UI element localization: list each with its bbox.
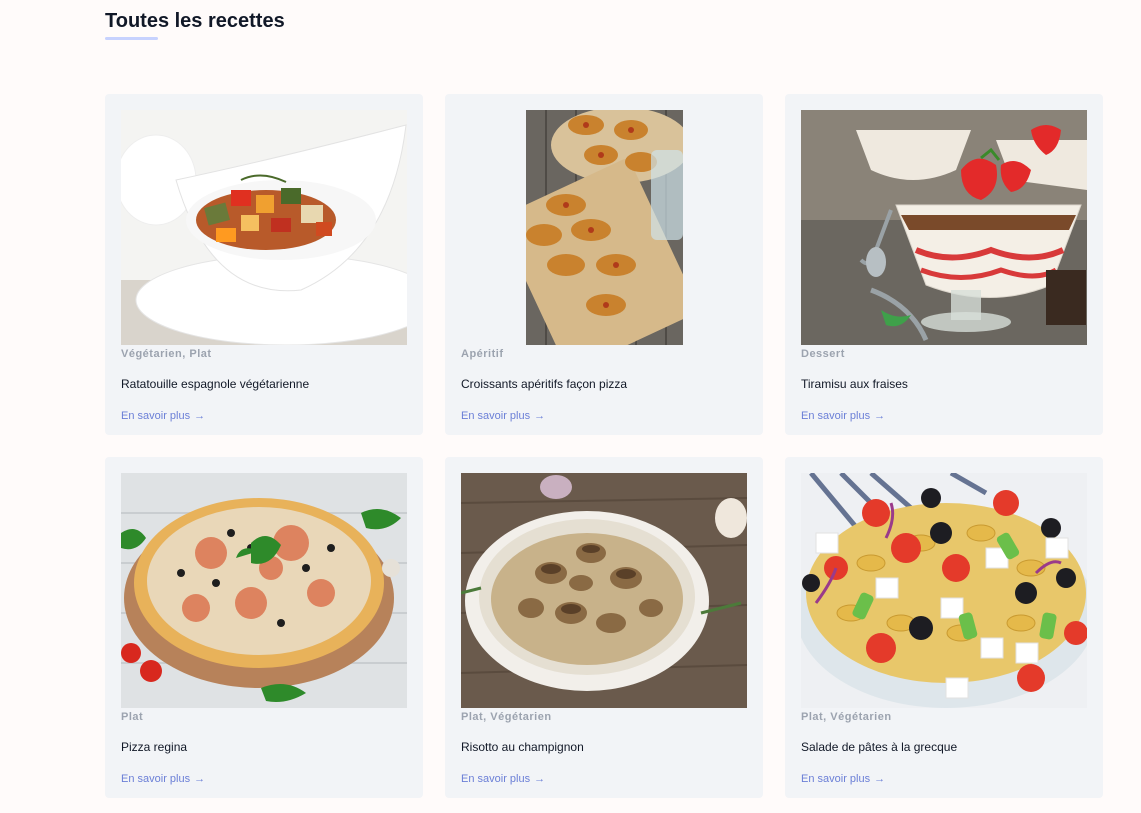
recipe-tags: Apéritif — [461, 348, 504, 360]
read-more-label: En savoir plus — [801, 773, 871, 785]
recipe-image[interactable] — [121, 110, 407, 345]
read-more-link[interactable]: En savoir plus → — [121, 410, 205, 422]
read-more-label: En savoir plus — [121, 410, 191, 422]
arrow-right-icon: → — [874, 773, 886, 785]
recipe-tags: Plat — [121, 711, 144, 723]
recipe-title[interactable]: Ratatouille espagnole végétarienne — [121, 377, 407, 391]
recipe-tags: Plat, Végétarien — [801, 711, 892, 723]
read-more-link[interactable]: En savoir plus → — [801, 773, 885, 785]
recipe-title[interactable]: Pizza regina — [121, 740, 407, 754]
arrow-right-icon: → — [874, 410, 886, 422]
recipe-image[interactable] — [801, 473, 1087, 708]
recipe-tags: Dessert — [801, 348, 845, 360]
recipe-image[interactable] — [121, 473, 407, 708]
recipe-title[interactable]: Croissants apéritifs façon pizza — [461, 377, 747, 391]
read-more-link[interactable]: En savoir plus → — [801, 410, 885, 422]
recipe-grid: Végétarien, Plat Ratatouille espagnole v… — [105, 94, 1103, 798]
read-more-label: En savoir plus — [121, 773, 191, 785]
read-more-link[interactable]: En savoir plus → — [461, 773, 545, 785]
arrow-right-icon: → — [534, 410, 546, 422]
recipe-card[interactable]: Plat, Végétarien Risotto au champignon E… — [445, 457, 763, 798]
section-title: Toutes les recettes — [105, 10, 285, 32]
recipe-tags: Végétarien, Plat — [121, 348, 212, 360]
read-more-label: En savoir plus — [801, 410, 871, 422]
recipe-card[interactable]: Plat Pizza regina En savoir plus → — [105, 457, 423, 798]
recipe-title[interactable]: Salade de pâtes à la grecque — [801, 740, 1087, 754]
recipe-card[interactable]: Apéritif Croissants apéritifs façon pizz… — [445, 94, 763, 435]
arrow-right-icon: → — [194, 773, 206, 785]
read-more-link[interactable]: En savoir plus → — [461, 410, 545, 422]
recipe-card[interactable]: Végétarien, Plat Ratatouille espagnole v… — [105, 94, 423, 435]
recipe-title[interactable]: Risotto au champignon — [461, 740, 747, 754]
read-more-label: En savoir plus — [461, 773, 531, 785]
read-more-link[interactable]: En savoir plus → — [121, 773, 205, 785]
recipe-title[interactable]: Tiramisu aux fraises — [801, 377, 1087, 391]
recipe-tags: Plat, Végétarien — [461, 711, 552, 723]
recipe-card[interactable]: Dessert Tiramisu aux fraises En savoir p… — [785, 94, 1103, 435]
recipe-image[interactable] — [801, 110, 1087, 345]
arrow-right-icon: → — [534, 773, 546, 785]
recipe-image[interactable] — [461, 110, 747, 345]
read-more-label: En savoir plus — [461, 410, 531, 422]
recipe-card[interactable]: Plat, Végétarien Salade de pâtes à la gr… — [785, 457, 1103, 798]
arrow-right-icon: → — [194, 410, 206, 422]
title-underline — [105, 37, 158, 40]
recipe-image[interactable] — [461, 473, 747, 708]
